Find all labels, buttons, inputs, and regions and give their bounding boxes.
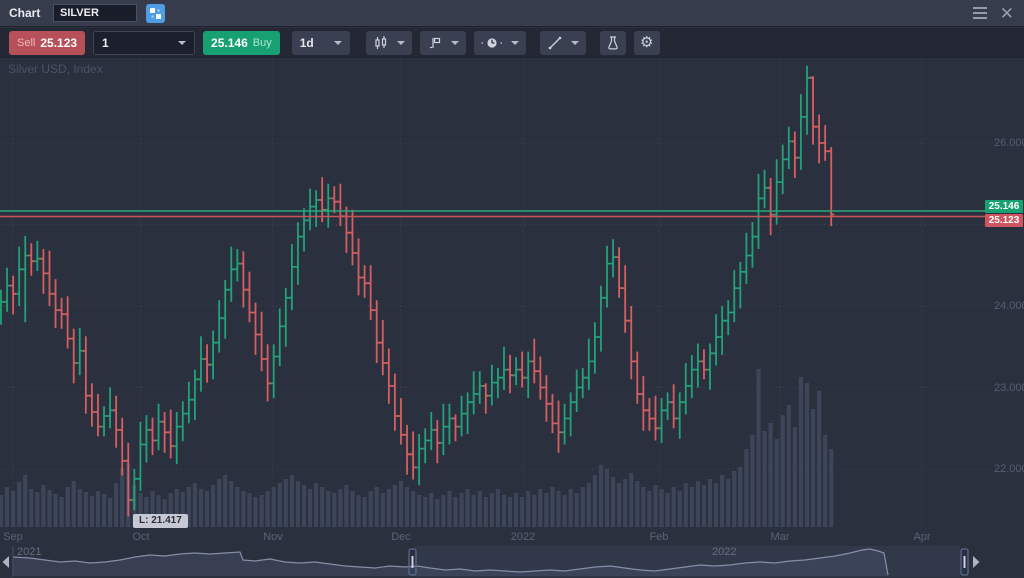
y-axis-label: 26.000 bbox=[994, 137, 1024, 149]
x-axis-label: Feb bbox=[650, 531, 669, 543]
navigator-right-handle-grip bbox=[964, 556, 966, 568]
instrument-watermark: Silver USD, Index bbox=[8, 62, 103, 76]
x-axis-label: Nov bbox=[263, 531, 283, 543]
y-axis-label: 23.000 bbox=[994, 382, 1024, 394]
low-marker-badge: L: 21.417 bbox=[133, 514, 188, 528]
navigator-scroll-right-icon[interactable] bbox=[973, 556, 980, 568]
navigator-year-2021: 2021 bbox=[17, 546, 41, 558]
x-axis-label: Dec bbox=[391, 531, 411, 543]
x-axis-label: Mar bbox=[771, 531, 790, 543]
sell-price-badge: 25.123 bbox=[985, 214, 1023, 227]
x-axis-label: Apr bbox=[913, 531, 930, 543]
buy-price-badge: 25.146 bbox=[985, 200, 1023, 213]
navigator-left-handle-grip bbox=[412, 556, 414, 568]
y-axis-label: 22.000 bbox=[994, 463, 1024, 475]
x-axis-label: Sep bbox=[3, 531, 23, 543]
y-axis-label: 24.000 bbox=[994, 300, 1024, 312]
navigator-scroll-left-icon[interactable] bbox=[3, 556, 10, 568]
price-chart-canvas[interactable] bbox=[0, 0, 1024, 578]
x-axis-label: Oct bbox=[132, 531, 149, 543]
navigator-year-2022: 2022 bbox=[712, 546, 736, 558]
x-axis-label: 2022 bbox=[511, 531, 535, 543]
chart-window: Chart ✕ Sell 25.123 1 25.146 Buy bbox=[0, 0, 1024, 578]
